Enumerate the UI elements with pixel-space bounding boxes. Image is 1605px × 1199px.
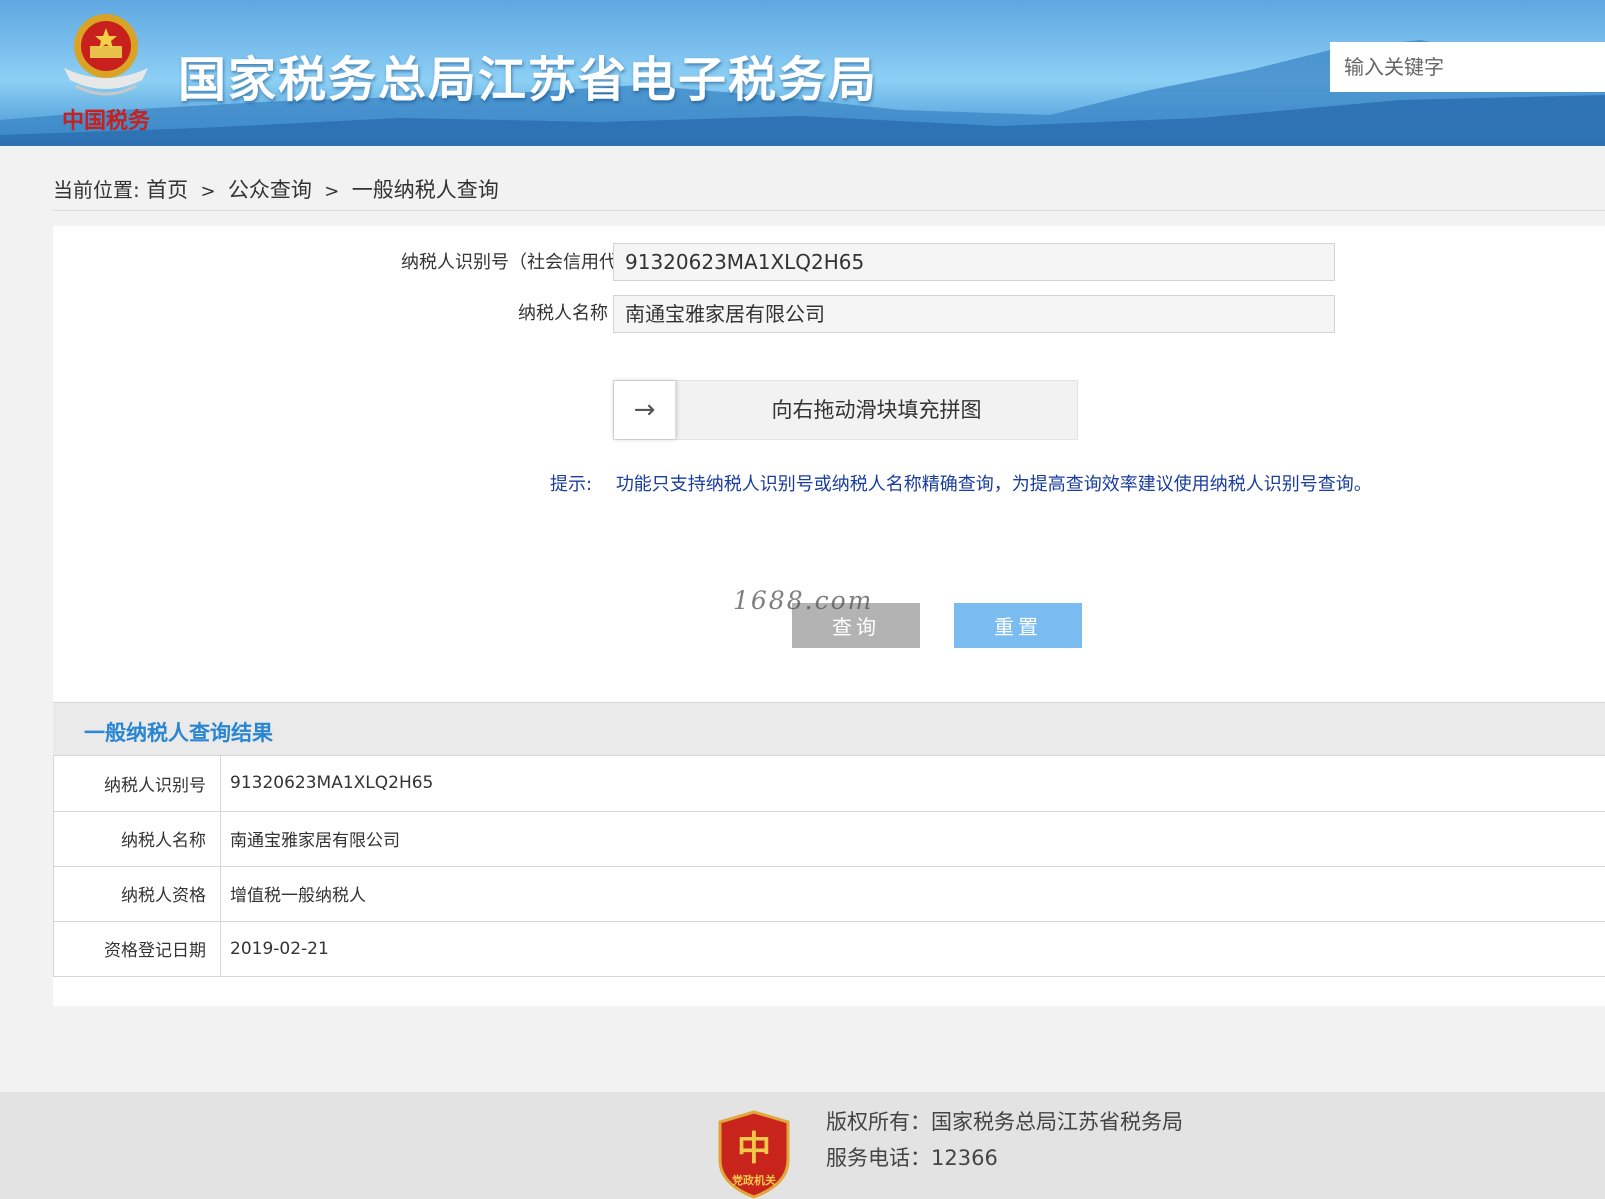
taxpayer-id-label: 纳税人识别号（社会信用代码） [401,252,653,273]
taxpayer-name-label: 纳税人名称 [518,303,608,324]
query-hint: 提示: 功能只支持纳税人识别号或纳税人名称精确查询，为提高查询效率建议使用纳税人… [550,470,1372,496]
result-table: 纳税人识别号 91320623MA1XLQ2H65 纳税人名称 南通宝雅家居有限… [53,756,1605,977]
svg-text:党政机关: 党政机关 [732,1173,776,1187]
tax-emblem-logo: 中国税务 [62,14,151,134]
breadcrumb-separator: > [324,181,340,202]
table-row: 纳税人名称 南通宝雅家居有限公司 [53,811,1605,867]
result-value: 2019-02-21 [220,921,1605,977]
result-value: 91320623MA1XLQ2H65 [220,756,1605,812]
breadcrumb: 当前位置: 首页 > 公众查询 > 一般纳税人查询 [53,174,499,204]
hint-text: 功能只支持纳税人识别号或纳税人名称精确查询，为提高查询效率建议使用纳税人识别号查… [615,474,1372,495]
result-label: 纳税人识别号 [53,756,221,812]
footer-copyright: 版权所有：国家税务总局江苏省税务局 [826,1110,1183,1134]
footer-phone: 服务电话：12366 [826,1146,998,1170]
result-value: 南通宝雅家居有限公司 [220,811,1605,867]
slider-instruction: 向右拖动滑块填充拼图 [771,398,982,422]
site-title: 国家税务总局江苏省电子税务局 [178,52,879,108]
table-row: 纳税人识别号 91320623MA1XLQ2H65 [53,756,1605,812]
site-footer: 中 党政机关 版权所有：国家税务总局江苏省税务局 服务电话：12366 [0,1092,1605,1199]
svg-text:中国税务: 中国税务 [62,108,151,134]
slider-handle-arrow-icon[interactable]: → [614,381,676,439]
table-row: 资格登记日期 2019-02-21 [53,921,1605,977]
breadcrumb-separator: > [200,181,216,202]
result-title: 一般纳税人查询结果 [84,721,273,745]
result-label: 纳税人名称 [53,811,221,867]
result-section: 一般纳税人查询结果 纳税人识别号 91320623MA1XLQ2H65 纳税人名… [53,702,1605,1006]
party-government-badge-icon: 中 党政机关 [718,1110,790,1199]
hint-label: 提示: [550,474,593,495]
result-label: 资格登记日期 [53,921,221,977]
result-value: 增值税一般纳税人 [220,866,1605,922]
taxpayer-id-field[interactable]: 91320623MA1XLQ2H65 [613,243,1335,281]
breadcrumb-public-query-link[interactable]: 公众查询 [228,178,312,202]
watermark-text: 1688.com [733,586,874,615]
svg-text:中: 中 [737,1129,771,1169]
breadcrumb-current-page: 一般纳税人查询 [351,178,499,202]
breadcrumb-home-link[interactable]: 首页 [146,178,188,202]
result-label: 纳税人资格 [53,866,221,922]
breadcrumb-prefix: 当前位置: [53,178,140,202]
taxpayer-name-field[interactable]: 南通宝雅家居有限公司 [613,295,1335,333]
search-input[interactable] [1330,42,1605,92]
slider-captcha[interactable]: → 向右拖动滑块填充拼图 [613,380,1078,440]
site-header: 中国税务 国家税务总局江苏省电子税务局 [0,0,1605,146]
breadcrumb-divider [53,210,1605,211]
result-header: 一般纳税人查询结果 [53,702,1605,756]
reset-button[interactable]: 重置 [954,603,1082,648]
table-row: 纳税人资格 增值税一般纳税人 [53,866,1605,922]
